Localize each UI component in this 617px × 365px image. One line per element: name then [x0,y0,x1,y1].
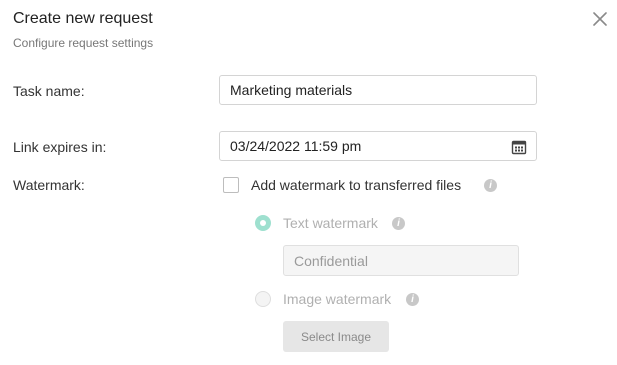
watermark-label: Watermark: [13,177,85,193]
close-icon [593,12,607,26]
dialog-title: Create new request [13,10,153,27]
text-watermark-radio[interactable] [255,215,271,231]
info-icon[interactable]: i [392,217,405,230]
image-watermark-label: Image watermark [283,291,392,307]
text-watermark-value: Confidential [294,252,368,269]
task-name-label: Task name: [13,83,85,99]
task-name-input[interactable]: Marketing materials [219,75,537,105]
close-button[interactable] [590,9,610,29]
text-watermark-label: Text watermark [283,215,378,231]
dialog-subtitle: Configure request settings [13,36,154,50]
select-image-button[interactable]: Select Image [283,321,389,352]
task-name-value: Marketing materials [230,82,353,98]
watermark-checkbox-label[interactable]: Add watermark to transferred files [251,177,461,193]
info-icon[interactable]: i [406,293,419,306]
link-expires-value: 03/24/2022 11:59 pm [230,138,362,154]
link-expires-input[interactable]: 03/24/2022 11:59 pm [219,131,537,161]
text-watermark-input[interactable]: Confidential [283,245,519,276]
watermark-checkbox[interactable] [223,177,239,193]
calendar-icon[interactable] [511,139,527,155]
info-icon[interactable]: i [484,179,497,192]
image-watermark-radio[interactable] [255,291,271,307]
link-expires-label: Link expires in: [13,139,107,155]
